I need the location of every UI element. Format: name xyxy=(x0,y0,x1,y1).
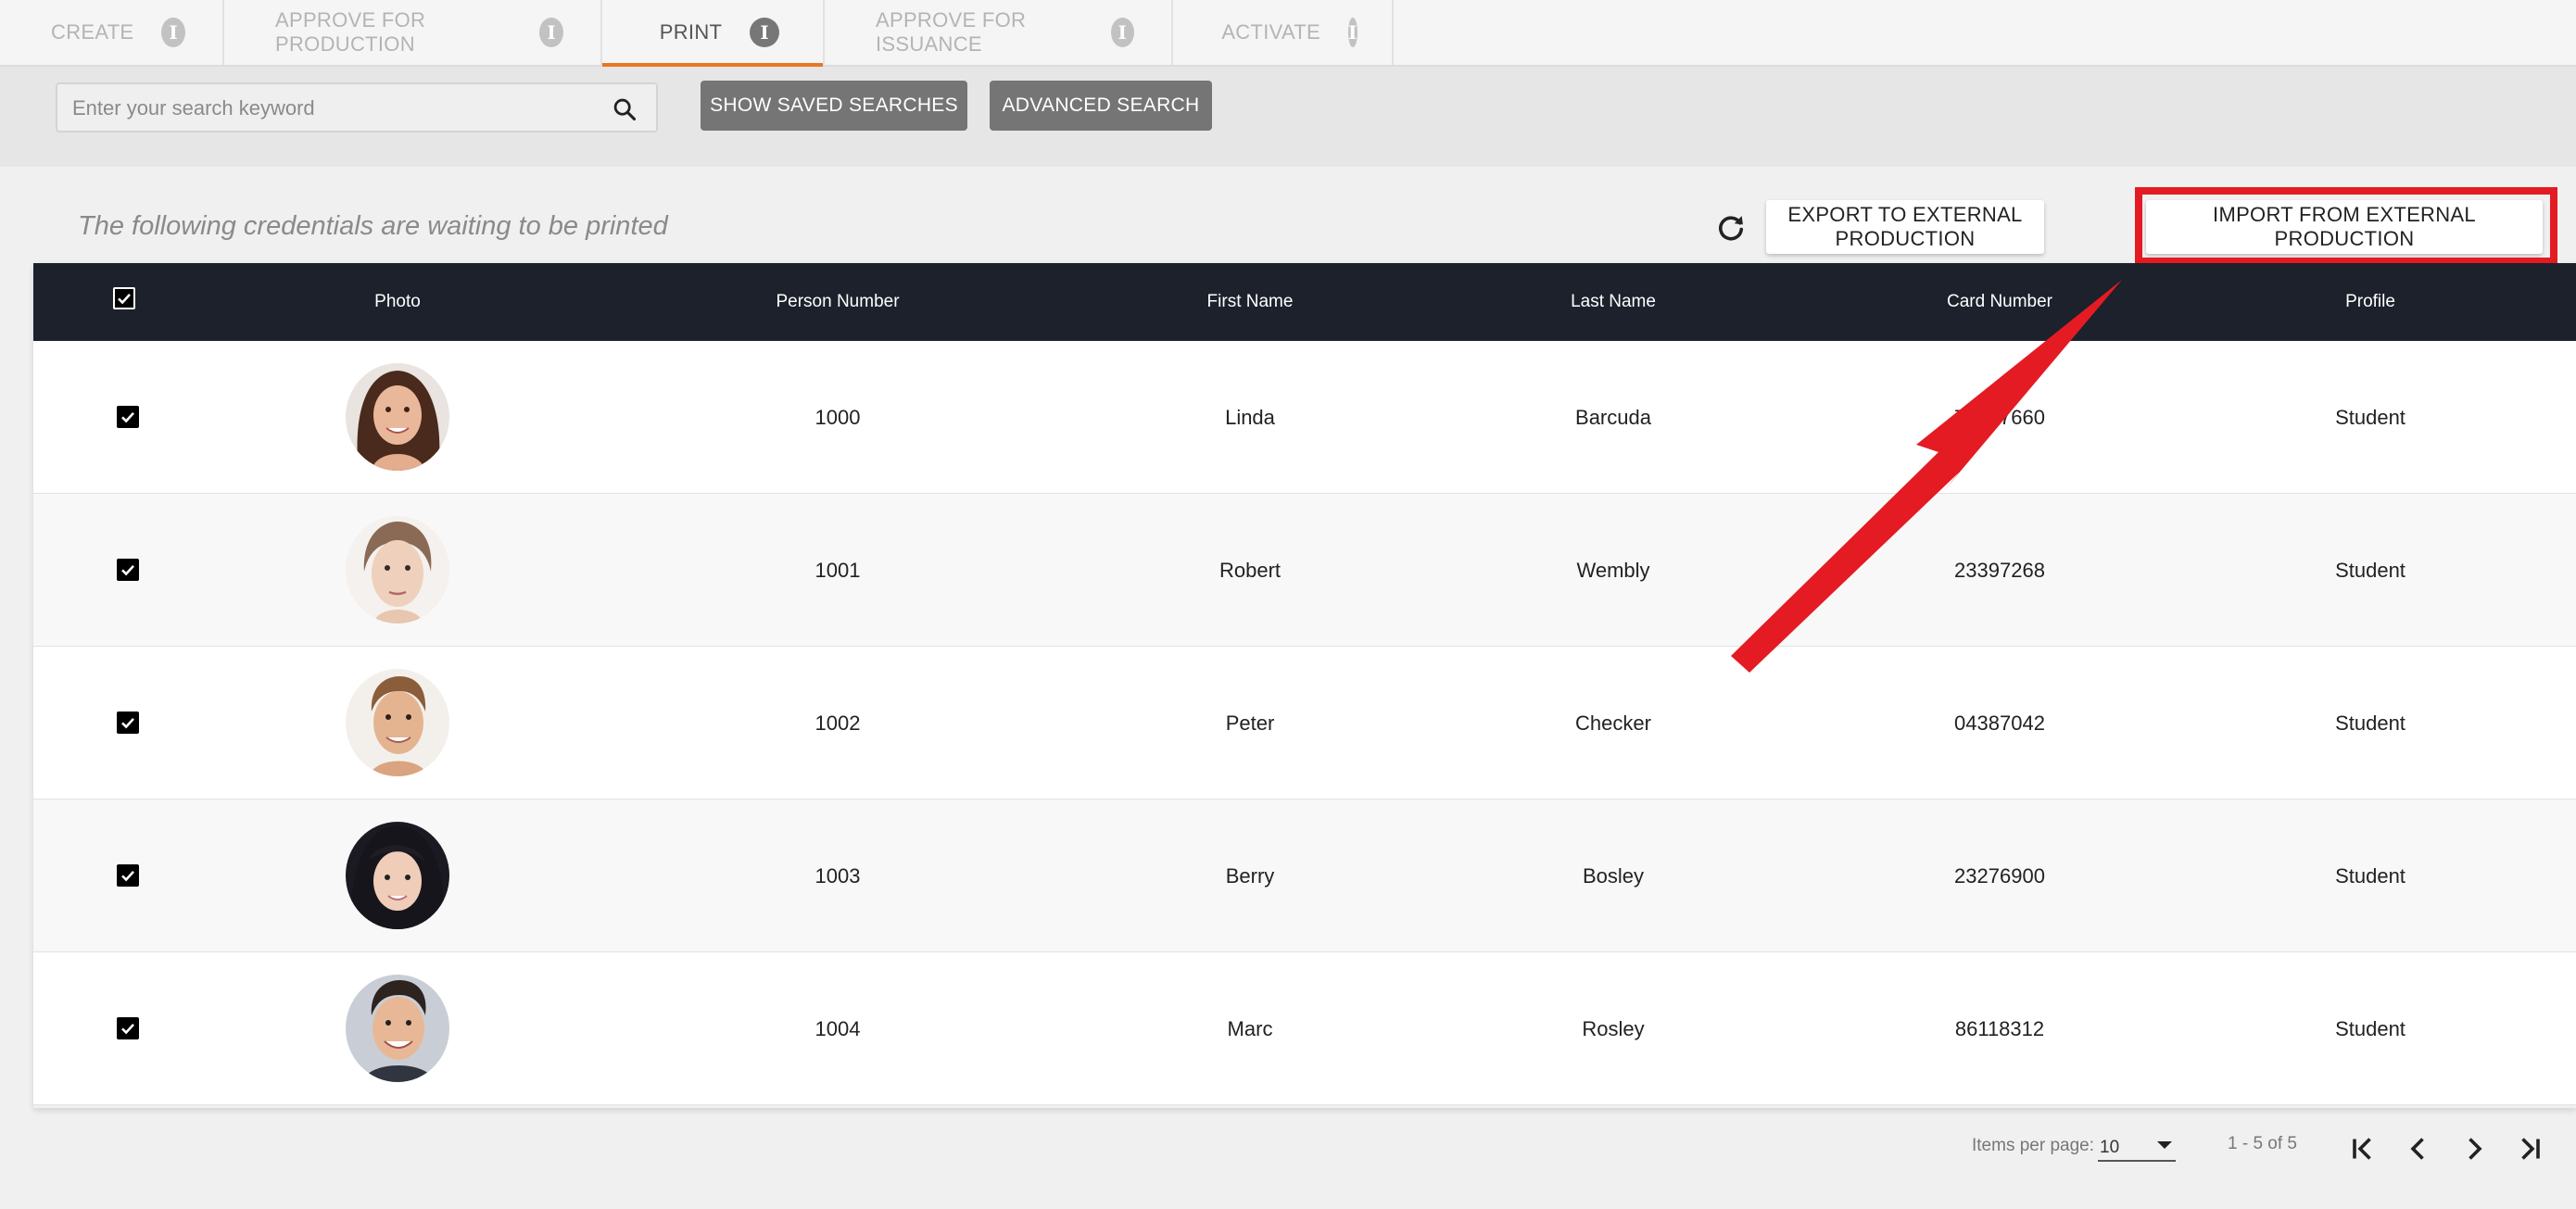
person-number-cell: 1001 xyxy=(814,558,861,582)
search-input[interactable] xyxy=(72,94,591,123)
items-per-page-value: 10 xyxy=(2100,1138,2120,1157)
card-number-cell: 86118312 xyxy=(1954,1016,2045,1040)
check-icon xyxy=(121,412,134,423)
tab-print-label: PRINT xyxy=(659,20,723,44)
workflow-tabs: CREATE i APPROVE FOR PRODUCTION i PRINT … xyxy=(0,0,2576,67)
info-icon[interactable]: i xyxy=(750,18,780,47)
column-header-profile[interactable]: Profile xyxy=(2345,263,2395,341)
next-page-icon[interactable] xyxy=(2457,1132,2491,1165)
dropdown-caret-icon[interactable] xyxy=(2157,1141,2172,1149)
row-checkbox[interactable] xyxy=(117,559,139,581)
last-page-icon[interactable] xyxy=(2513,1132,2546,1165)
last-name-cell: Checker xyxy=(1575,711,1651,735)
info-icon[interactable]: i xyxy=(1110,18,1134,47)
show-saved-searches-button[interactable]: SHOW SAVED SEARCHES xyxy=(701,81,967,131)
tab-create[interactable]: CREATE i xyxy=(0,0,224,65)
pagination-range: 1 - 5 of 5 xyxy=(2228,1134,2297,1153)
last-name-cell: Bosley xyxy=(1582,863,1645,888)
card-number-cell: 04387042 xyxy=(1954,711,2045,735)
items-per-page-label: Items per page: xyxy=(1972,1136,2095,1155)
avatar xyxy=(346,363,449,471)
row-checkbox[interactable] xyxy=(117,712,139,734)
first-name-cell: Marc xyxy=(1227,1016,1273,1040)
profile-cell: Student xyxy=(2335,558,2406,582)
person-number-cell: 1002 xyxy=(814,711,861,735)
card-number-cell: 23276900 xyxy=(1954,863,2045,888)
table-row[interactable]: 1000 Linda Barcuda 7???7660 Student xyxy=(33,341,2576,494)
import-from-external-production-button[interactable]: IMPORT FROM EXTERNAL PRODUCTION xyxy=(2146,200,2543,254)
row-checkbox[interactable] xyxy=(117,864,139,887)
column-header-last-name[interactable]: Last Name xyxy=(1571,263,1656,341)
column-header-person-number[interactable]: Person Number xyxy=(776,263,899,341)
column-header-photo[interactable]: Photo xyxy=(374,263,421,341)
person-number-cell: 1000 xyxy=(814,405,861,429)
avatar xyxy=(346,669,449,776)
last-name-cell: Wembly xyxy=(1576,558,1650,582)
check-icon xyxy=(121,871,134,882)
info-icon[interactable]: i xyxy=(161,18,185,47)
search-bar: SHOW SAVED SEARCHES ADVANCED SEARCH xyxy=(0,67,2576,167)
tab-activate-label: ACTIVATE xyxy=(1221,20,1321,44)
table-row[interactable]: 1003 Berry Bosley 23276900 Student xyxy=(33,800,2576,952)
tab-approve-for-production-label: APPROVE FOR PRODUCTION xyxy=(275,8,426,56)
previous-page-icon[interactable] xyxy=(2402,1132,2435,1165)
tab-approve-for-issuance-label: APPROVE FOR ISSUANCE xyxy=(876,8,1027,56)
person-number-cell: 1003 xyxy=(814,863,861,888)
person-number-cell: 1004 xyxy=(814,1016,861,1040)
first-name-cell: Robert xyxy=(1219,558,1282,582)
last-name-cell: Rosley xyxy=(1582,1016,1645,1040)
last-name-cell: Barcuda xyxy=(1575,405,1651,429)
profile-cell: Student xyxy=(2335,405,2406,429)
avatar xyxy=(346,516,449,623)
check-icon xyxy=(121,1024,134,1035)
check-icon xyxy=(121,718,134,729)
avatar xyxy=(346,975,449,1082)
table-row[interactable]: 1002 Peter Checker 04387042 Student xyxy=(33,647,2576,800)
tab-approve-for-issuance[interactable]: APPROVE FOR ISSUANCE i xyxy=(825,0,1173,65)
column-header-card-number[interactable]: Card Number xyxy=(1947,263,2052,341)
tab-print[interactable]: PRINT i xyxy=(602,0,825,67)
avatar xyxy=(346,822,449,929)
first-name-cell: Berry xyxy=(1225,863,1275,888)
row-checkbox[interactable] xyxy=(117,1017,139,1039)
info-icon[interactable]: i xyxy=(1348,18,1357,47)
table-row[interactable]: 1001 Robert Wembly 23397268 Student xyxy=(33,494,2576,647)
card-number-cell: 23397268 xyxy=(1954,558,2045,582)
first-name-cell: Linda xyxy=(1225,405,1275,429)
profile-cell: Student xyxy=(2335,863,2406,888)
info-icon[interactable]: i xyxy=(539,18,563,47)
profile-cell: Student xyxy=(2335,1016,2406,1040)
refresh-icon[interactable] xyxy=(1714,211,1748,245)
table-row[interactable]: 1004 Marc Rosley 86118312 Student xyxy=(33,952,2576,1105)
first-name-cell: Peter xyxy=(1225,711,1275,735)
select-all-checkbox[interactable] xyxy=(113,287,135,309)
row-checkbox[interactable] xyxy=(117,406,139,428)
check-icon xyxy=(121,565,134,576)
tab-activate[interactable]: ACTIVATE i xyxy=(1173,0,1394,65)
credentials-table: Photo Person Number First Name Last Name… xyxy=(33,263,2576,1108)
column-header-first-name[interactable]: First Name xyxy=(1207,263,1294,341)
profile-cell: Student xyxy=(2335,711,2406,735)
first-page-icon[interactable] xyxy=(2346,1132,2380,1165)
card-number-cell: 7???7660 xyxy=(1954,405,2045,429)
table-header: Photo Person Number First Name Last Name… xyxy=(33,263,2576,341)
search-box xyxy=(56,82,658,132)
check-icon xyxy=(118,294,131,305)
tab-approve-for-production[interactable]: APPROVE FOR PRODUCTION i xyxy=(224,0,602,65)
tab-create-label: CREATE xyxy=(51,20,134,44)
export-to-external-production-button[interactable]: EXPORT TO EXTERNAL PRODUCTION xyxy=(1766,200,2044,254)
page-heading: The following credentials are waiting to… xyxy=(78,211,668,241)
advanced-search-button[interactable]: ADVANCED SEARCH xyxy=(990,81,1212,131)
search-icon[interactable] xyxy=(612,96,638,122)
